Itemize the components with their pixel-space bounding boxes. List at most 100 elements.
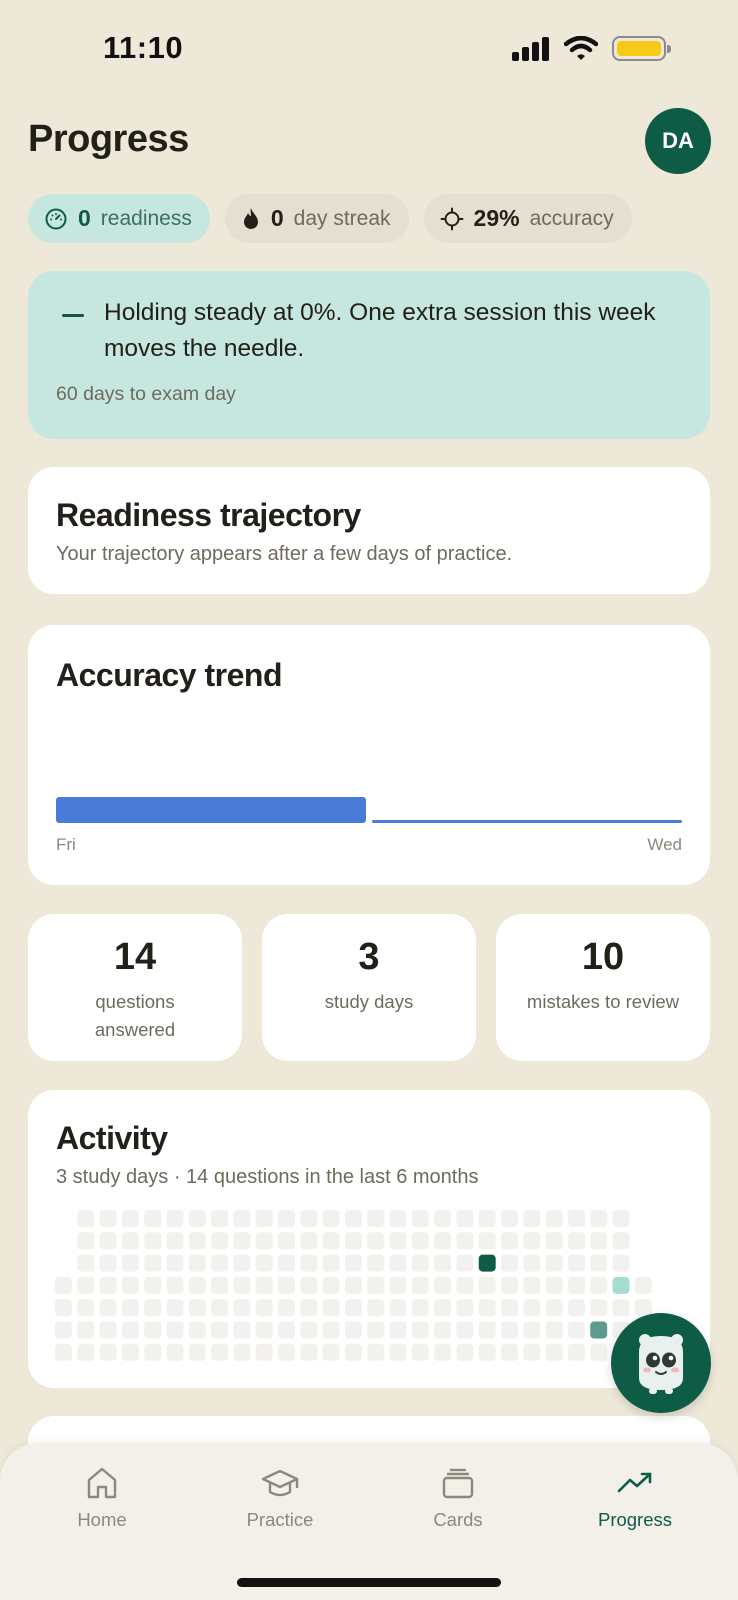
heatmap-cell [389,1276,407,1294]
heatmap-cell [545,1210,563,1227]
heatmap-cell [501,1343,518,1361]
heatmap-cell [233,1343,251,1361]
heatmap-cell [411,1210,429,1227]
trajectory-title: Readiness trajectory [56,497,361,533]
heatmap-cell [300,1210,318,1227]
accuracy-trend-card[interactable]: Accuracy trend Fri Wed [28,625,710,885]
heatmap-cell [144,1343,162,1361]
trajectory-subtitle: Your trajectory appears after a few days… [56,543,513,565]
heatmap-cell [188,1343,206,1361]
heatmap-cell [456,1232,474,1250]
heatmap-cell [121,1321,139,1339]
heatmap-cell [523,1210,541,1227]
heatmap-cell [77,1276,95,1294]
heatmap-cell [478,1299,496,1317]
status-bar: 11:10 [0,0,738,100]
heatmap-cell [300,1232,318,1250]
heatmap-cell [434,1299,452,1317]
heatmap-cell [166,1210,184,1227]
tab-label: Practice [246,1509,314,1530]
heatmap-cell [478,1343,496,1361]
heatmap-cell [144,1232,162,1250]
home-indicator [237,1578,501,1587]
heatmap-cell [99,1343,117,1361]
heatmap-cell [434,1276,452,1294]
readiness-label: readiness [100,206,192,230]
heatmap-cell-active [590,1321,608,1339]
heatmap-cell [612,1232,630,1250]
tab-practice[interactable]: Practice [215,1465,345,1531]
heatmap-cell-active [478,1254,496,1272]
readiness-pill[interactable]: 0 readiness [28,194,210,243]
mascot-assistant-button[interactable] [611,1313,711,1413]
heatmap-cell [456,1343,474,1361]
heatmap-cell [121,1343,139,1361]
stat-mistakes-to-review[interactable]: 10 mistakes to review [496,914,710,1061]
heatmap-cell [211,1210,229,1227]
heatmap-cell [344,1254,362,1272]
heatmap-cell [300,1254,318,1272]
mascot-icon [639,1334,683,1394]
heatmap-cell [478,1276,496,1294]
tab-progress[interactable]: Progress [570,1465,700,1531]
heatmap-cell [255,1321,273,1339]
heatmap-cell [545,1299,563,1317]
heatmap-cell [188,1299,206,1317]
heatmap-cell [211,1299,229,1317]
accuracy-pill[interactable]: 29% accuracy [423,194,632,243]
activity-card[interactable]: Activity 3 study days · 14 questions in … [28,1090,710,1388]
heatmap-cell [434,1343,452,1361]
graduation-cap-icon [261,1469,299,1497]
heatmap-cell [456,1321,474,1339]
tab-label: Cards [433,1509,483,1530]
tab-cards[interactable]: Cards [393,1465,523,1531]
accuracy-bar [372,820,682,823]
heatmap-cell [478,1321,496,1339]
heatmap-cell [55,1343,72,1361]
heatmap-cell [166,1232,184,1250]
readiness-trajectory-card[interactable]: Readiness trajectory Your trajectory app… [28,467,710,594]
heatmap-cell [144,1254,162,1272]
flame-icon [243,207,258,229]
tab-home[interactable]: Home [37,1465,167,1531]
stat-questions-answered[interactable]: 14 questions answered [28,914,242,1061]
heatmap-cell [567,1299,585,1317]
heatmap-cell [411,1343,429,1361]
heatmap-cell [389,1210,407,1227]
heatmap-cell [188,1321,206,1339]
battery-icon [612,36,671,61]
avatar[interactable]: DA [645,108,711,174]
heatmap-cell [344,1276,362,1294]
heatmap-cell [278,1343,295,1361]
heatmap-cell [99,1276,117,1294]
heatmap-cell [322,1254,340,1272]
heatmap-cell [567,1232,585,1250]
cellular-signal-icon [512,36,549,61]
heatmap-cell [545,1232,563,1250]
heatmap-cell [612,1210,630,1227]
crosshair-icon [440,207,464,230]
cards-stack-icon [442,1468,474,1499]
heatmap-cell [456,1276,474,1294]
heatmap-cell [322,1343,340,1361]
heatmap-cell [255,1343,273,1361]
heatmap-cell [233,1232,251,1250]
stat-study-days[interactable]: 3 study days [262,914,476,1061]
heatmap-cell [55,1276,72,1294]
heatmap-cell [144,1210,162,1227]
heatmap-cell [389,1343,407,1361]
heatmap-cell [300,1321,318,1339]
heatmap-cell [501,1254,518,1272]
heatmap-cell [567,1321,585,1339]
heatmap-cell [478,1232,496,1250]
streak-value: 0 [270,205,284,231]
heatmap-cell [166,1321,184,1339]
streak-pill[interactable]: 0 day streak [224,194,409,243]
heatmap-cell [567,1276,585,1294]
heatmap-cell-active [612,1276,630,1294]
heatmap-cell [523,1343,541,1361]
heatmap-cell [55,1299,72,1317]
heatmap-cell [545,1321,563,1339]
heatmap-cell [121,1210,139,1227]
tab-label: Home [77,1509,127,1530]
